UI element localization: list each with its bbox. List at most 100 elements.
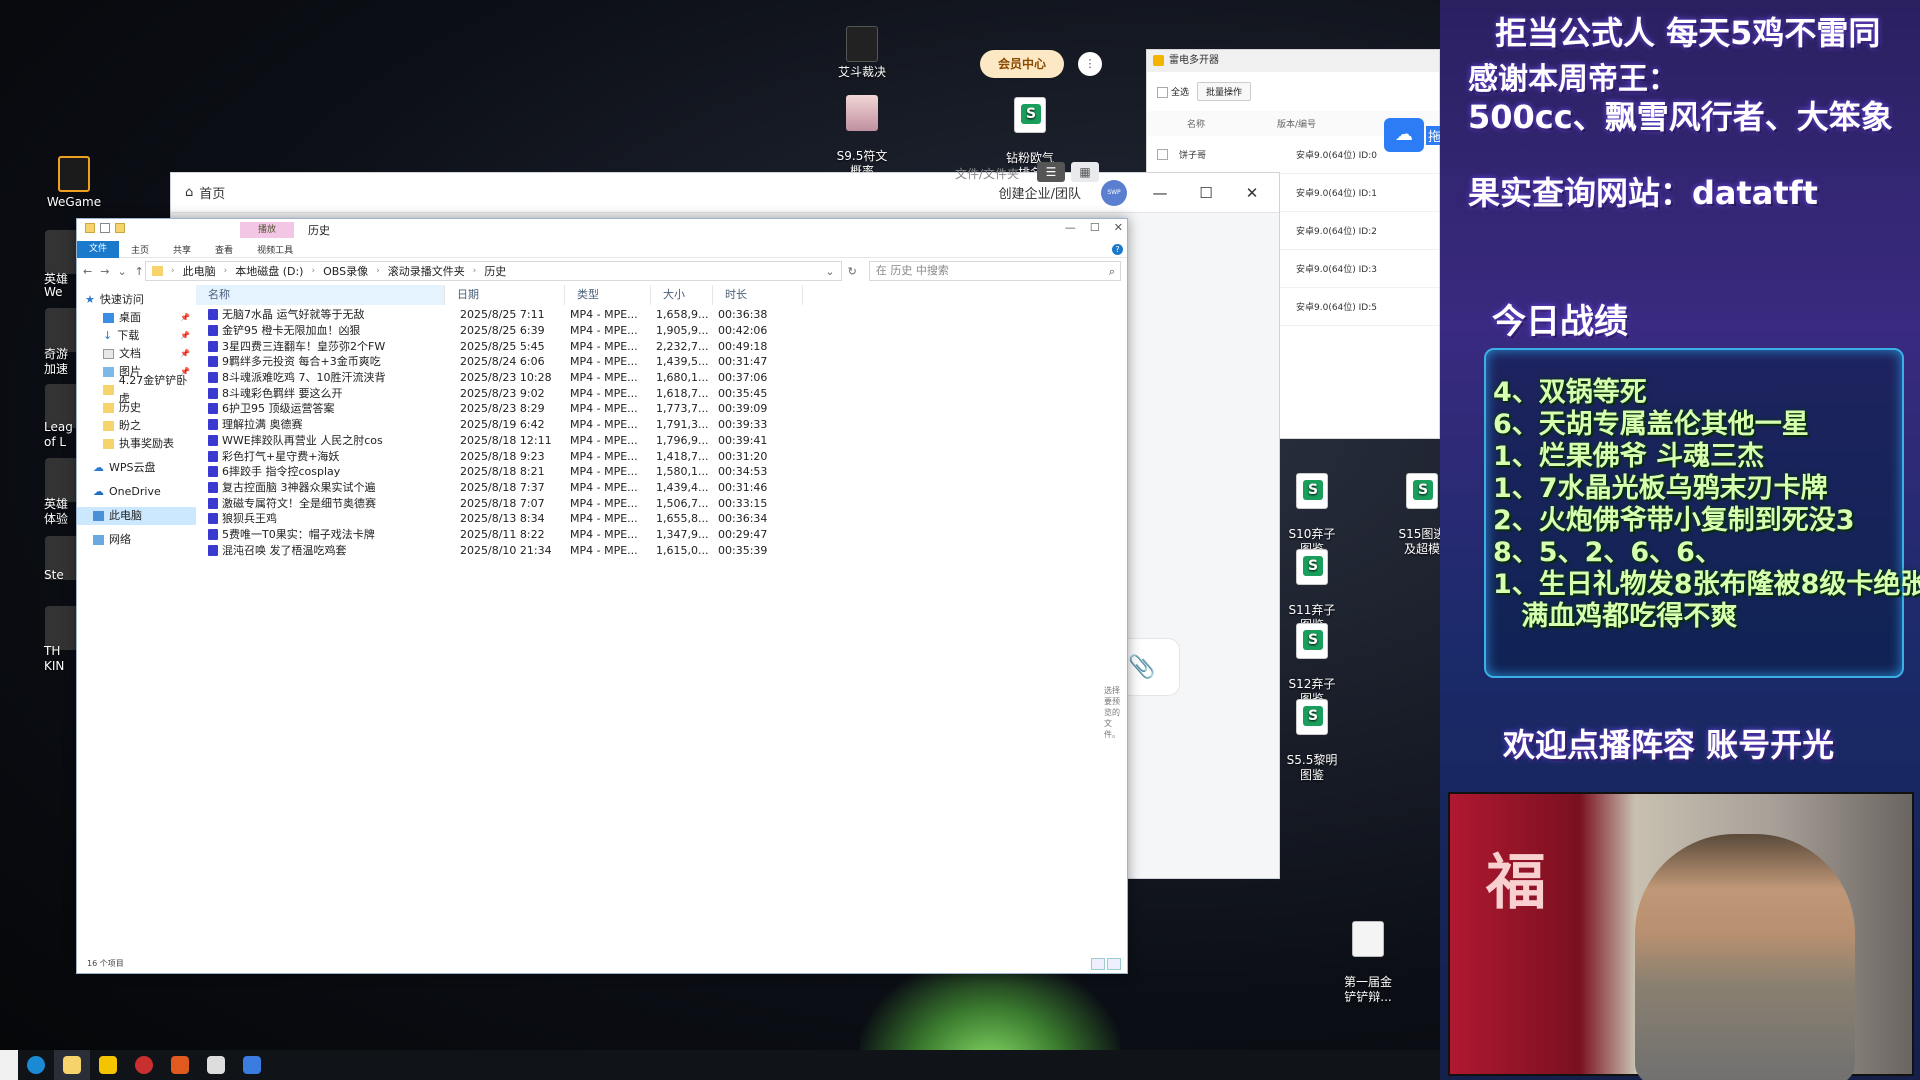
file-row[interactable]: 9羁绊多元投资 每合+3金币爽吃 2025/8/24 6:06 MP4 - MPE.… <box>196 354 1127 370</box>
file-row[interactable]: 复古控面脑 3神器众果实试个遍 2025/8/18 7:37 MP4 - MPE..… <box>196 480 1127 496</box>
file-row[interactable]: 理解拉满 奥德赛 2025/8/19 6:42 MP4 - MPE... 1,791,… <box>196 417 1127 433</box>
taskbar-edge[interactable] <box>18 1050 54 1080</box>
taskbar-app[interactable] <box>162 1050 198 1080</box>
start-button[interactable] <box>0 1050 18 1080</box>
col-type-header[interactable]: 类型 <box>565 285 651 305</box>
file-row[interactable]: 3星四费三连翻车！皇莎弥2个FW 2025/8/25 5:45 MP4 - MPE.… <box>196 338 1127 354</box>
tab-view[interactable]: 查看 <box>203 243 245 256</box>
vip-center-button[interactable]: 会员中心 <box>980 50 1064 78</box>
nav-this-pc[interactable]: 此电脑 <box>77 507 196 525</box>
list-view-icon[interactable]: ☰ <box>1037 162 1065 182</box>
nav-downloads[interactable]: ↓ 下载 📌 <box>77 327 196 345</box>
desktop-icon-debate[interactable]: 第一届金 铲铲辩... <box>1328 906 1408 1020</box>
breadcrumb-item[interactable]: 历史 <box>484 263 506 279</box>
taskbar-app[interactable] <box>198 1050 234 1080</box>
nav-folder[interactable]: 历史 <box>77 399 196 417</box>
forward-arrow-icon[interactable]: → <box>100 265 109 278</box>
breadcrumb-item[interactable]: 本地磁盘 (D:) <box>235 263 303 279</box>
file-folder-hint: 文件/文件夹 <box>955 167 1020 181</box>
help-icon[interactable]: ? <box>1112 244 1123 255</box>
select-all-checkbox[interactable]: 全选 <box>1157 85 1189 98</box>
file-row[interactable]: 激磁专属符文！全是细节奥德赛 2025/8/18 7:07 MP4 - MPE...… <box>196 495 1127 511</box>
close-button[interactable]: ✕ <box>1114 221 1123 234</box>
nav-label: 历史 <box>119 401 141 414</box>
file-explorer-window[interactable]: 播放 历史 — ☐ ✕ 文件 主页 共享 查看 视频工具 ? ← → ⌄ ↑ ›… <box>76 218 1128 974</box>
col-name-header[interactable]: 名称 <box>196 285 445 305</box>
nav-network[interactable]: 网络 <box>77 531 196 549</box>
document-icon <box>103 349 114 359</box>
chevron-down-icon[interactable]: ⌄ <box>117 265 126 278</box>
file-row[interactable]: 狼狈兵王鸡 2025/8/13 8:34 MP4 - MPE... 1,655,8..… <box>196 511 1127 527</box>
taskbar-app[interactable] <box>234 1050 270 1080</box>
batch-ops-button[interactable]: 批量操作 <box>1197 82 1252 101</box>
address-bar[interactable]: › 此电脑 › 本地磁盘 (D:) › OBS录像 › 滚动录播文件夹 › 历史… <box>145 261 842 281</box>
file-row[interactable]: 8斗魂派难吃鸡 7、10胜汗流浃背 2025/8/23 10:28 MP4 - MP… <box>196 370 1127 386</box>
grid-view-icon[interactable]: ▦ <box>1071 162 1099 182</box>
maximize-button[interactable]: ☐ <box>1090 221 1100 234</box>
file-row[interactable]: WWE摔跤队再营业 人民之肘cos 2025/8/18 12:11 MP4 - MP… <box>196 433 1127 449</box>
tab-file[interactable]: 文件 <box>77 240 120 258</box>
nav-desktop[interactable]: 桌面 📌 <box>77 309 196 327</box>
back-arrow-icon[interactable]: ← <box>83 265 92 278</box>
cloud-drive-float-button[interactable]: ☁ <box>1384 118 1424 152</box>
file-row[interactable]: 无脑7水晶 运气好就等于无敌 2025/8/25 7:11 MP4 - MPE...… <box>196 307 1127 323</box>
file-type: MP4 - MPE... <box>570 371 638 385</box>
create-team-link[interactable]: 创建企业/团队 <box>999 183 1081 202</box>
minimize-button[interactable]: — <box>1147 184 1173 202</box>
file-name-cell: 9羁绊多元投资 每合+3金币爽吃 <box>196 354 445 369</box>
file-row[interactable]: 金铲95 橙卡无限加血！凶狠 2025/8/25 6:39 MP4 - MPE...… <box>196 323 1127 339</box>
maximize-button[interactable]: ☐ <box>1193 184 1219 202</box>
breadcrumb-item[interactable]: OBS录像 <box>323 263 368 279</box>
nav-wps-cloud[interactable]: ☁ WPS云盘 <box>77 459 196 477</box>
desktop-icon-aidou[interactable]: 艾斗裁决 <box>822 26 902 80</box>
nav-documents[interactable]: 文档 📌 <box>77 345 196 363</box>
nav-onedrive[interactable]: ☁ OneDrive <box>77 483 196 501</box>
file-type: MP4 - MPE... <box>570 465 638 479</box>
more-vertical-icon[interactable]: ⋮ <box>1078 52 1102 76</box>
file-row[interactable]: 6护卫95 顶级运营答案 2025/8/23 8:29 MP4 - MPE... 1,… <box>196 401 1127 417</box>
tab-video-tools[interactable]: 视频工具 <box>245 243 305 256</box>
home-tab[interactable]: ⌂ 首页 <box>185 183 225 202</box>
folder-icon[interactable] <box>85 223 95 233</box>
nav-folder[interactable]: 盼之 <box>77 417 196 435</box>
taskbar-app[interactable] <box>126 1050 162 1080</box>
col-size-header[interactable]: 大小 <box>651 285 713 305</box>
details-view-icon[interactable] <box>1091 958 1105 970</box>
checkbox-icon[interactable] <box>1157 149 1168 160</box>
minimize-button[interactable]: — <box>1065 221 1076 234</box>
col-date-header[interactable]: 日期 <box>445 285 565 305</box>
nav-folder[interactable]: 4.27金铲铲卧虎 <box>77 374 196 405</box>
play-tab[interactable]: 播放 <box>240 222 294 238</box>
up-arrow-icon[interactable]: ↑ <box>135 265 144 278</box>
breadcrumb-item[interactable]: 此电脑 <box>183 263 216 279</box>
file-row[interactable]: 5费唯一T0果实：帽子戏法卡牌 2025/8/11 8:22 MP4 - MPE..… <box>196 527 1127 543</box>
breadcrumb-item[interactable]: 滚动录播文件夹 <box>388 263 465 279</box>
nav-folder[interactable]: 执事奖励表 <box>77 435 196 453</box>
tab-home[interactable]: 主页 <box>119 243 161 256</box>
overlay-today-heading: 今日战绩 <box>1492 302 1628 342</box>
home-icon: ⌂ <box>185 185 194 200</box>
large-icons-view-icon[interactable] <box>1107 958 1121 970</box>
nav-quick-access[interactable]: ★ 快速访问 <box>77 291 196 309</box>
desktop-icon-s55[interactable]: S5.5黎明 图鉴 <box>1272 684 1352 798</box>
desktop-edge-label: of L <box>44 435 67 449</box>
file-name-cell: 3星四费三连翻车！皇莎弥2个FW <box>196 339 445 354</box>
tab-share[interactable]: 共享 <box>161 243 203 256</box>
refresh-icon[interactable]: ↻ <box>848 265 857 278</box>
taskbar-app[interactable] <box>90 1050 126 1080</box>
chevron-down-icon[interactable]: ⌄ <box>825 265 834 278</box>
desktop-icon-wegame[interactable]: WeGame <box>34 156 114 210</box>
taskbar-explorer[interactable] <box>54 1050 90 1080</box>
file-row[interactable]: 6摔跤手 指令控cosplay 2025/8/18 8:21 MP4 - MPE..… <box>196 464 1127 480</box>
new-folder-icon[interactable] <box>115 223 125 233</box>
file-row[interactable]: 混沌召唤 发了梧温吃鸡套 2025/8/10 21:34 MP4 - MPE... 1… <box>196 542 1127 558</box>
file-row[interactable]: 彩色打气+星守费+海妖 2025/8/18 9:23 MP4 - MPE... 1,4… <box>196 448 1127 464</box>
search-input[interactable]: 在 历史 中搜索 ⌕ <box>868 261 1121 281</box>
file-row[interactable]: 8斗魂彩色羁绊 要这么开 2025/8/23 9:02 MP4 - MPE... 1,… <box>196 385 1127 401</box>
file-type: MP4 - MPE... <box>570 418 638 432</box>
col-duration-header[interactable]: 时长 <box>713 285 803 305</box>
file-name-cell: 6护卫95 顶级运营答案 <box>196 401 445 416</box>
properties-icon[interactable] <box>100 223 110 233</box>
close-button[interactable]: ✕ <box>1239 184 1265 202</box>
avatar[interactable]: SWP <box>1101 179 1127 206</box>
